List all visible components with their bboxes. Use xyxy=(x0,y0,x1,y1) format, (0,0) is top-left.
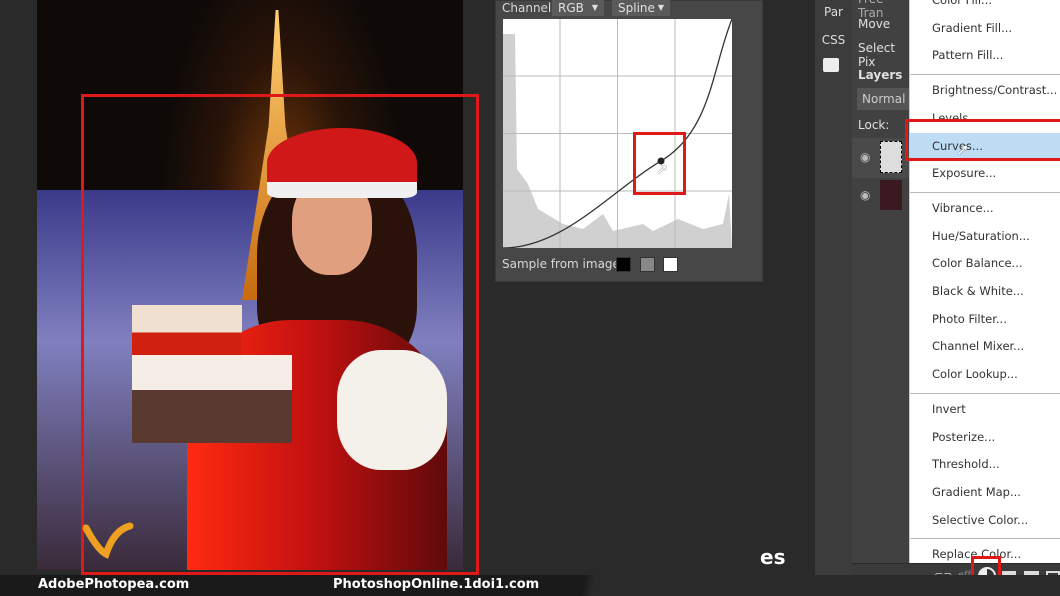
layers-tab[interactable]: Layers xyxy=(858,68,902,82)
curves-panel: Channel: RGB ▼ Spline ▼ Sample from image: xyxy=(495,0,763,282)
menu-item-posterize[interactable]: Posterize... xyxy=(910,424,1060,451)
layer-thumbnail xyxy=(880,141,902,173)
right-toolbar: Par CSS xyxy=(815,0,852,575)
select-pixels-item[interactable]: Select Pix xyxy=(858,41,912,69)
layer-thumbnail xyxy=(880,180,902,210)
overlay-text: es xyxy=(760,545,786,569)
menu-item-exposure[interactable]: Exposure... xyxy=(910,160,1060,187)
layer-row[interactable]: ◉ xyxy=(852,138,912,178)
paragraph-tab[interactable]: Par xyxy=(815,5,852,19)
mode-value: Spline xyxy=(618,1,655,15)
watermark-right: PhotoshopOnline.1doi1.com xyxy=(333,577,540,592)
sample-label: Sample from image: xyxy=(502,257,624,271)
eye-icon[interactable]: ◉ xyxy=(860,150,870,164)
watermark-left: AdobePhotopea.com xyxy=(38,577,190,592)
menu-item-color-lookup[interactable]: Color Lookup... xyxy=(910,361,1060,388)
menu-item-color-balance[interactable]: Color Balance... xyxy=(910,250,1060,277)
menu-item-photo-filter[interactable]: Photo Filter... xyxy=(910,306,1060,333)
highlight-box xyxy=(905,119,1060,161)
menu-item-invert[interactable]: Invert xyxy=(910,396,1060,423)
chevron-down-icon: ▼ xyxy=(591,3,598,12)
menu-separator xyxy=(910,191,1060,193)
layer-row[interactable]: ◉ xyxy=(852,178,912,214)
channel-value: RGB xyxy=(558,1,584,15)
menu-item-threshold[interactable]: Threshold... xyxy=(910,451,1060,478)
blend-mode-select[interactable]: Normal xyxy=(857,88,912,110)
chevron-down-icon: ▼ xyxy=(657,3,664,12)
menu-item-selective-color[interactable]: Selective Color... xyxy=(910,507,1060,534)
menu-item-gradient-map[interactable]: Gradient Map... xyxy=(910,479,1060,506)
move-item[interactable]: Move xyxy=(858,17,890,31)
cursor-icon: ➚ xyxy=(656,160,669,178)
channel-select[interactable]: RGB ▼ xyxy=(552,0,604,16)
adjustment-menu: Color Fill... Gradient Fill... Pattern Fil… xyxy=(909,0,1060,563)
menu-item-brightness-contrast[interactable]: Brightness/Contrast... xyxy=(910,77,1060,104)
menu-item-color-fill[interactable]: Color Fill... xyxy=(910,0,1060,14)
sample-gray-button[interactable] xyxy=(640,257,655,272)
menu-item-hue-saturation[interactable]: Hue/Saturation... xyxy=(910,223,1060,250)
image-icon[interactable] xyxy=(823,58,839,72)
eye-icon[interactable]: ◉ xyxy=(860,188,870,202)
menu-item-vibrance[interactable]: Vibrance... xyxy=(910,195,1060,222)
le-sinh-logo xyxy=(80,520,140,570)
menu-separator xyxy=(910,74,1060,76)
highlight-frame xyxy=(81,94,479,575)
cursor-icon: ➚ xyxy=(956,140,970,159)
menu-separator xyxy=(910,392,1060,394)
menu-item-pattern-fill[interactable]: Pattern Fill... xyxy=(910,42,1060,69)
menu-item-channel-mixer[interactable]: Channel Mixer... xyxy=(910,333,1060,360)
menu-item-gradient-fill[interactable]: Gradient Fill... xyxy=(910,15,1060,42)
css-tab[interactable]: CSS xyxy=(815,33,852,47)
channel-label: Channel: xyxy=(502,1,556,15)
menu-item-black-white[interactable]: Black & White... xyxy=(910,278,1060,305)
lock-label: Lock: xyxy=(858,118,890,132)
sample-black-button[interactable] xyxy=(616,257,631,272)
layers-panel: Free Tran Move Select Pix Layers Normal … xyxy=(852,0,912,575)
menu-separator xyxy=(910,538,1060,540)
curve-graph[interactable] xyxy=(502,18,733,249)
watermark-bar: AdobePhotopea.com PhotoshopOnline.1doi1.… xyxy=(0,575,1060,596)
blend-mode-value: Normal xyxy=(862,92,906,106)
sample-white-button[interactable] xyxy=(663,257,678,272)
curve-mode-select[interactable]: Spline ▼ xyxy=(612,0,670,16)
